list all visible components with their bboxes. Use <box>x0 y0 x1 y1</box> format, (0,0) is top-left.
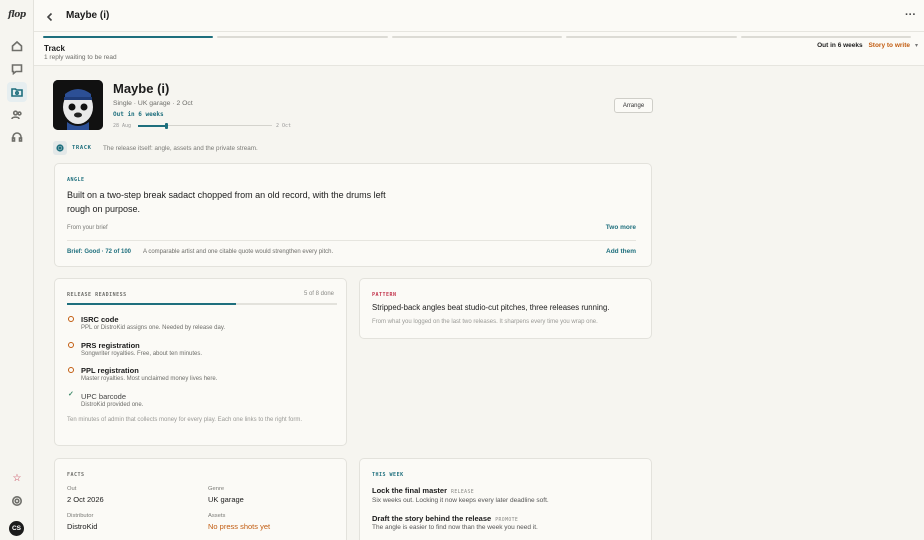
checkmark-icon: ✓ <box>68 391 74 398</box>
pattern-text: Stripped-back angles beat studio-cut pit… <box>372 303 610 312</box>
section-label: TRACK <box>72 145 92 151</box>
readiness-progress-fill <box>67 303 236 305</box>
readiness-progress <box>67 303 337 305</box>
home-icon[interactable] <box>7 36 27 56</box>
angle-source: From your brief <box>67 225 108 231</box>
timeline-fill <box>138 124 167 127</box>
add-them-button[interactable]: Add them <box>606 248 636 255</box>
angle-text: Built on a two-step break sadact chopped… <box>67 190 386 214</box>
two-more-button[interactable]: Two more <box>606 224 636 231</box>
checklist-title: UPC barcode <box>81 392 127 401</box>
chevron-down-icon[interactable]: ▾ <box>915 42 918 49</box>
task-tag: RELEASE <box>451 490 475 495</box>
pending-icon <box>68 316 74 322</box>
readiness-kicker: RELEASE READINESS <box>67 292 127 298</box>
app-logo[interactable]: flop <box>8 10 26 22</box>
release-countdown: Out in 6 weeks <box>113 111 164 118</box>
task-sub: Six weeks out. Locking it now keeps ever… <box>372 497 549 504</box>
timeline-start: 28 Aug <box>113 123 132 129</box>
page-header: Maybe (i) ··· <box>34 0 924 32</box>
checklist-sub: Master royalties. Most unclaimed money l… <box>81 376 218 382</box>
checklist-title: PPL registration <box>81 366 139 375</box>
timeline-handle[interactable] <box>164 122 168 129</box>
track-icon <box>53 141 67 155</box>
readiness-footer: Ten minutes of admin that collects money… <box>67 417 302 423</box>
angle-card: ANGLE Built on a two-step break sadact c… <box>54 163 652 267</box>
readiness-card: RELEASE READINESS 5 of 8 done ISRC code … <box>54 278 347 446</box>
release-meta: Single · UK garage · 2 Oct <box>113 100 193 107</box>
cover-image-icon <box>53 80 103 130</box>
page-title: Maybe (i) <box>66 10 110 21</box>
timeline-end: 2 Oct <box>276 123 292 129</box>
week-kicker: THIS WEEK <box>372 472 404 478</box>
task-tag: PROMOTE <box>495 518 519 523</box>
people-icon[interactable] <box>7 105 27 125</box>
fact-label: Distributor <box>67 513 94 519</box>
star-icon[interactable]: ☆ <box>7 468 27 488</box>
sidebar: flop ☆ CS <box>0 0 34 540</box>
facts-kicker: FACTS <box>67 472 85 478</box>
stage-progress: Track 1 reply waiting to be read Out in … <box>34 32 924 66</box>
pattern-sub: From what you logged on the last two rel… <box>372 319 598 325</box>
fact-label: Genre <box>208 486 225 492</box>
arrange-button[interactable]: Arrange <box>614 98 653 113</box>
checklist-sub: PPL or DistroKid assigns one. Needed by … <box>81 325 226 331</box>
fact-label: Out <box>67 486 77 492</box>
readiness-count: 5 of 8 done <box>303 291 334 297</box>
fact-value: UK garage <box>208 495 244 504</box>
checklist-sub: Songwriter royalties. Free, about ten mi… <box>81 351 203 357</box>
chat-icon[interactable] <box>7 59 27 79</box>
story-link[interactable]: Story to write <box>868 42 910 49</box>
divider <box>67 240 636 241</box>
task-title-text: Draft the story behind the release <box>372 514 492 523</box>
stage-subtitle: 1 reply waiting to be read <box>44 54 117 61</box>
stage-segment <box>740 36 911 38</box>
brief-score: Brief: Good · 72 of 100 <box>67 249 132 255</box>
stage-segment <box>43 36 214 38</box>
avatar[interactable]: CS <box>9 521 24 536</box>
this-week-card: THIS WEEK Lock the final master RELEASE S… <box>359 458 652 540</box>
angle-kicker: ANGLE <box>67 177 85 183</box>
stage-title: Track <box>44 44 65 53</box>
stage-segment <box>391 36 563 38</box>
fact-value: DistroKid <box>67 522 98 531</box>
stage-segment <box>566 36 737 38</box>
checklist-sub: DistroKid provided one. <box>81 402 144 408</box>
fact-value: 2 Oct 2026 <box>67 495 104 504</box>
task-sub: The angle is easier to find now than the… <box>372 524 538 531</box>
headphones-icon[interactable] <box>7 127 27 147</box>
task-title[interactable]: Lock the final master RELEASE <box>372 486 474 495</box>
more-options-icon[interactable]: ··· <box>905 9 916 21</box>
fact-label: Assets <box>208 513 226 519</box>
pattern-kicker: PATTERN <box>372 292 397 298</box>
checklist-title: PRS registration <box>81 341 140 350</box>
cover-art <box>53 80 103 130</box>
stage-segment <box>217 36 388 38</box>
pending-icon <box>68 367 74 373</box>
assets-warning[interactable]: No press shots yet <box>208 522 270 531</box>
task-title-text: Lock the final master <box>372 486 448 495</box>
back-arrow-icon[interactable] <box>44 10 56 22</box>
checklist-title: ISRC code <box>81 315 119 324</box>
stage-status: Out in 6 weeks Story to write <box>817 42 910 49</box>
task-title[interactable]: Draft the story behind the release PROMOT… <box>372 514 518 523</box>
settings-icon[interactable] <box>7 491 27 511</box>
facts-card: FACTS Out 2 Oct 2026 Genre UK garage Dis… <box>54 458 347 540</box>
release-timeline[interactable] <box>138 122 272 129</box>
folder-icon[interactable] <box>7 82 27 102</box>
release-title: Maybe (i) <box>113 81 170 96</box>
section-description: The release itself: angle, assets and th… <box>103 145 258 152</box>
brief-hint: A comparable artist and one citable quot… <box>143 249 334 255</box>
pending-icon <box>68 342 74 348</box>
stage-out-label: Out in 6 weeks <box>817 42 863 49</box>
pattern-card: PATTERN Stripped-back angles beat studio… <box>359 278 652 339</box>
